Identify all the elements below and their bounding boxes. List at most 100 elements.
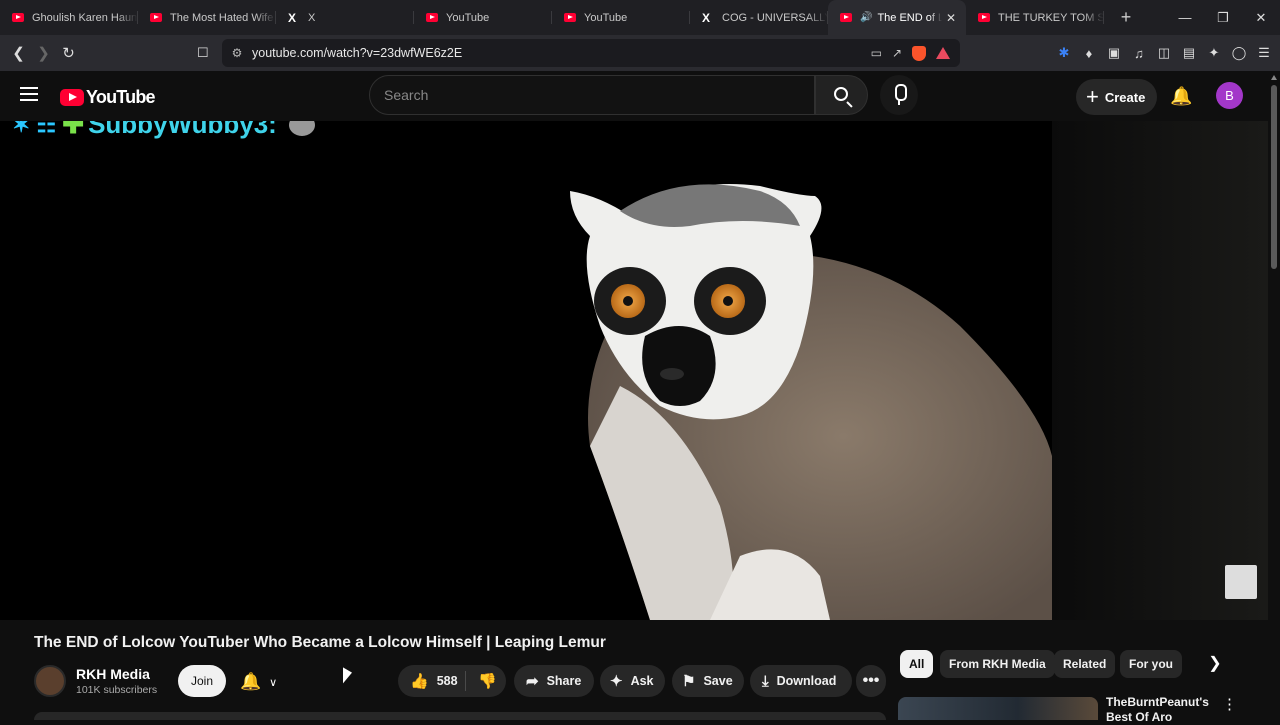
browser-tab[interactable]: YouTube (552, 0, 690, 35)
cast-icon[interactable]: ▭ (871, 46, 882, 60)
restore-button[interactable]: ❐ (1204, 10, 1242, 26)
chip-from-channel[interactable]: From RKH Media (940, 650, 1055, 678)
wallet-icon[interactable]: ▤ (1181, 45, 1197, 61)
save-button[interactable]: ⚑ Save (672, 665, 744, 697)
bookmark-icon[interactable]: ☐ (197, 45, 209, 61)
voice-search-button[interactable] (880, 75, 918, 115)
divider (465, 671, 466, 691)
channel-name[interactable]: RKH Media (76, 666, 157, 682)
youtube-icon (978, 13, 990, 22)
more-actions-button[interactable]: ••• (856, 665, 886, 697)
youtube-play-icon (60, 89, 84, 106)
emote-icon (288, 121, 315, 136)
video-title: The END of Lolcow YouTuber Who Became a … (34, 634, 606, 651)
tab-title: The Most Hated Wife (170, 11, 274, 24)
hamburger-menu-icon[interactable] (20, 87, 38, 101)
puzzle-icon[interactable]: ♦ (1081, 46, 1097, 61)
description-box[interactable] (34, 712, 886, 720)
channel-watermark[interactable] (1225, 565, 1257, 599)
site-info-icon[interactable]: ⚙ (222, 46, 252, 60)
search-button[interactable] (815, 75, 868, 115)
chip-all[interactable]: All (900, 650, 934, 678)
channel-avatar[interactable] (34, 665, 66, 697)
mouse-cursor (343, 667, 352, 689)
thumbs-up-icon[interactable]: 👍 (410, 672, 429, 690)
share-page-icon[interactable]: ↗ (892, 46, 902, 60)
like-count[interactable]: 588 (437, 674, 458, 688)
page-scrollbar[interactable] (1268, 71, 1280, 720)
badge-icons: ✶ ☷ (12, 121, 57, 137)
chevron-down-icon: ∨ (269, 676, 278, 689)
download-button[interactable]: ⤓ Download (750, 665, 852, 697)
chip-for-you[interactable]: For you (1120, 650, 1182, 678)
browser-tab[interactable]: Ghoulish Karen Haunt (0, 0, 138, 35)
x-icon: X (702, 10, 711, 25)
menu-icon[interactable]: ☰ (1256, 45, 1272, 61)
search-input[interactable] (370, 76, 814, 114)
browser-tab[interactable]: X COG - UNIVERSALLY (690, 0, 828, 35)
minimize-button[interactable]: — (1166, 10, 1204, 25)
gem-icon: ✚ (62, 121, 85, 139)
sidebar-icon[interactable]: ◫ (1156, 45, 1172, 61)
download-icon: ⤓ (762, 672, 769, 690)
window-controls: — ❐ ✕ (1166, 0, 1280, 35)
screenshot-icon[interactable]: ▣ (1106, 45, 1122, 61)
url-text[interactable]: youtube.com/watch?v=23dwfWE6z2E (252, 46, 871, 60)
search-icon (834, 87, 848, 101)
lemur-image (570, 184, 1052, 620)
brave-shields-icon[interactable] (912, 45, 926, 61)
bookmark-icon: ⚑ (682, 673, 696, 690)
overlay-username: SubbyWubby3: (88, 121, 277, 139)
close-tab-icon[interactable]: ✕ (942, 11, 960, 25)
sparkle-icon: ✦ (610, 673, 623, 690)
share-button[interactable]: ➦ Share (514, 665, 594, 697)
rec-line-2: Best Of Aro (1106, 710, 1173, 724)
browser-tab[interactable]: The Most Hated Wife (138, 0, 276, 35)
chip-related[interactable]: Related (1054, 650, 1116, 678)
browser-tab-active[interactable]: 🔊 The END of Lo✕ (828, 0, 966, 35)
chevron-right-icon[interactable]: ❯ (1204, 652, 1226, 676)
stream-chat-overlay: ✶ ☷ ✚ SubbyWubby3: (12, 121, 315, 140)
scroll-up-icon[interactable] (1271, 75, 1277, 80)
kebab-menu-icon[interactable]: ⋮ (1222, 695, 1237, 713)
address-bar[interactable]: ⚙ youtube.com/watch?v=23dwfWE6z2E ▭ ↗ (222, 39, 960, 67)
tab-title: COG - UNIVERSALLY (722, 11, 828, 24)
video-player[interactable]: ✶ ☷ ✚ SubbyWubby3: (0, 121, 1268, 620)
close-window-button[interactable]: ✕ (1242, 10, 1280, 26)
plus-icon: + (1086, 84, 1099, 109)
join-button[interactable]: Join (178, 665, 226, 697)
extension-icon[interactable]: ✱ (1056, 45, 1072, 61)
leo-icon[interactable]: ✦ (1206, 45, 1222, 61)
back-button[interactable]: ❮ (6, 44, 31, 62)
subscription-notifications[interactable]: 🔔 ∨ (240, 667, 277, 697)
forward-button[interactable]: ❯ (31, 44, 56, 62)
account-avatar[interactable]: B (1216, 82, 1243, 109)
search-box[interactable] (369, 75, 815, 115)
browser-tab[interactable]: THE TURKEY TOM SIT (966, 0, 1104, 35)
scrollbar-thumb[interactable] (1271, 85, 1277, 269)
browser-tab[interactable]: XX (276, 0, 414, 35)
share-label: Share (546, 674, 582, 688)
music-icon[interactable]: ♫ (1131, 46, 1147, 61)
share-icon: ➦ (526, 673, 539, 690)
tab-title: Ghoulish Karen Haunt (32, 11, 138, 24)
new-tab-button[interactable]: + (1112, 7, 1140, 28)
reload-button[interactable]: ↻ (56, 44, 81, 62)
bell-icon: 🔔 (240, 672, 262, 691)
speaker-icon[interactable]: 🔊 (860, 12, 872, 23)
browser-tab-strip: Ghoulish Karen Haunt The Most Hated Wife… (0, 0, 1280, 35)
brave-rewards-icon[interactable] (936, 47, 950, 59)
vpn-icon[interactable]: ◯ (1231, 45, 1247, 61)
browser-tab[interactable]: YouTube (414, 0, 552, 35)
tab-title: The END of Lo (877, 11, 942, 24)
ask-button[interactable]: ✦ Ask (600, 665, 665, 697)
youtube-logo[interactable]: YouTube (60, 87, 156, 108)
x-icon: X (288, 10, 297, 25)
create-label: Create (1104, 89, 1146, 105)
thumbs-down-icon[interactable]: 👎 (478, 672, 497, 690)
notifications-bell-icon[interactable]: 🔔 (1170, 86, 1192, 107)
save-label: Save (703, 674, 733, 688)
recommendation-title[interactable]: TheBurntPeanut's Best Of Aro (1106, 695, 1209, 725)
recommendation-thumbnail[interactable] (898, 697, 1098, 720)
create-button[interactable]: + Create (1076, 79, 1158, 115)
